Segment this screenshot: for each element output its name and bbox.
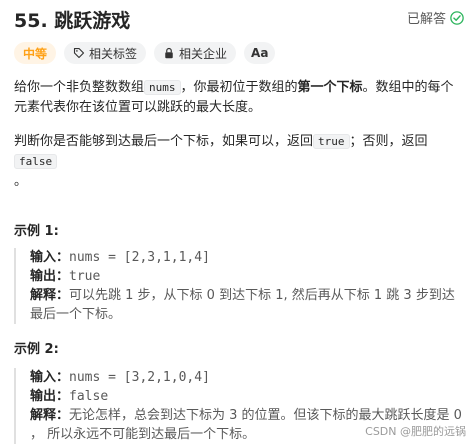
tag-icon	[73, 47, 85, 59]
example-1-output: true	[69, 269, 101, 284]
example-2-output: false	[69, 389, 109, 404]
output-label: 输出：	[30, 389, 70, 404]
problem-header: 55. 跳跃游戏 已解答	[14, 6, 464, 34]
font-size-toggle[interactable]: Aa	[244, 42, 276, 64]
code-false: false	[14, 154, 58, 169]
difficulty-badge: 中等	[14, 42, 57, 64]
output-label: 输出：	[30, 269, 70, 284]
tag-row: 中等 相关标签 相关企业 Aa	[14, 42, 276, 64]
related-tags-label: 相关标签	[89, 46, 138, 61]
example-2-input: nums = [3,2,1,0,4]	[69, 370, 210, 385]
check-circle-icon	[450, 10, 464, 25]
example-1-block: 输入：nums = [2,3,1,1,4] 输出：true 解释：可以先跳 1 …	[14, 248, 464, 324]
related-tags-button[interactable]: 相关标签	[64, 42, 147, 64]
lock-icon	[165, 47, 173, 59]
example-1-input: nums = [2,3,1,1,4]	[69, 250, 210, 265]
input-label: 输入：	[30, 370, 70, 385]
example-2-title: 示例 2:	[14, 342, 59, 357]
related-companies-button[interactable]: 相关企业	[154, 42, 237, 64]
bold-first-index: 第一个下标	[297, 80, 363, 95]
explanation-label: 解释：	[30, 288, 70, 303]
related-companies-label: 相关企业	[179, 46, 228, 61]
description-paragraph-2: 判断你是否能够到达最后一个下标，如果可以，返回 true ；否则，返回false。	[14, 134, 428, 189]
code-true: true	[313, 134, 350, 149]
example-1-title: 示例 1:	[14, 224, 59, 239]
input-label: 输入：	[30, 250, 70, 265]
example-1-explanation: 可以先跳 1 步，从下标 0 到达下标 1, 然后再从下标 1 跳 3 步到达最…	[30, 288, 455, 322]
description-paragraph-1: 给你一个非负整数数组 nums ，你最初位于数组的第一个下标。数组中的每个元素代表你…	[14, 80, 454, 115]
problem-title[interactable]: 55. 跳跃游戏	[14, 6, 130, 33]
solved-status: 已解答	[407, 8, 464, 27]
explanation-label: 解释：	[30, 408, 70, 423]
solved-label: 已解答	[406, 12, 446, 27]
watermark: CSDN @肥肥的远锅	[365, 423, 466, 439]
code-nums: nums	[144, 80, 181, 95]
